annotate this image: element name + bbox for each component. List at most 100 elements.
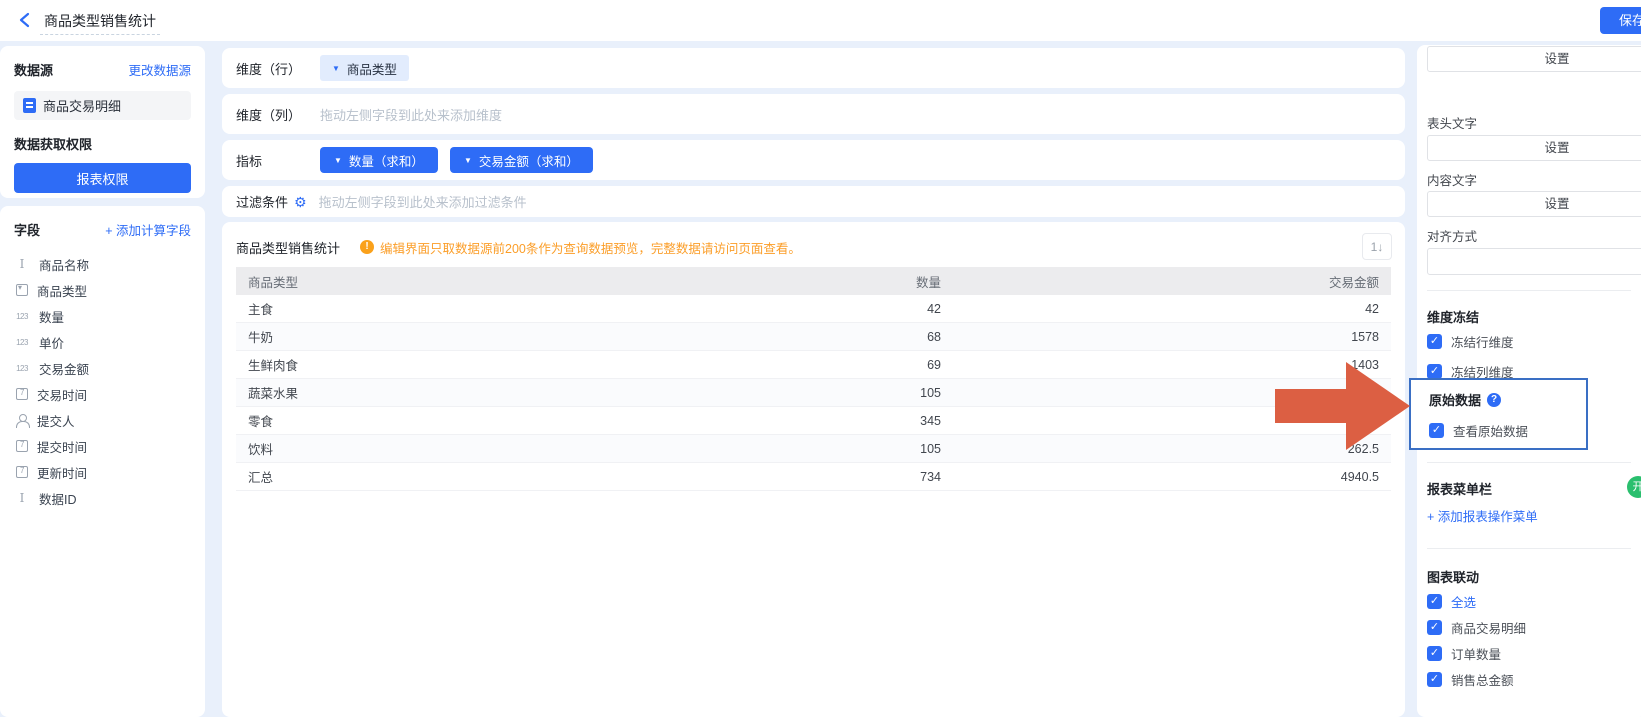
date-icon [16, 466, 28, 478]
filter-label: 过滤条件 [236, 192, 288, 211]
settings-panel: 设置 表头文字 设置 内容文字 设置 对齐方式 维度冻结 ✓ 冻结行维度 ✓ 冻… [1417, 45, 1641, 717]
column-header: 商品类型 [236, 272, 676, 291]
report-permission-button[interactable]: 报表权限 [14, 163, 191, 193]
text-icon [14, 492, 30, 505]
add-calc-field-link[interactable]: + 添加计算字段 [105, 220, 191, 239]
filter-placeholder: 拖动左侧字段到此处来添加过滤条件 [319, 192, 527, 211]
field-item[interactable]: 商品名称 [14, 251, 191, 277]
field-item[interactable]: 更新时间 [14, 459, 191, 485]
date-icon [16, 388, 28, 400]
select-icon [16, 284, 28, 296]
field-item[interactable]: 交易金额 [14, 355, 191, 381]
style-setting-button[interactable]: 设置 [1427, 46, 1641, 72]
divider [1427, 290, 1631, 291]
field-item[interactable]: 交易时间 [14, 381, 191, 407]
page-title[interactable]: 商品类型销售统计 [40, 11, 160, 35]
person-icon [16, 414, 28, 426]
metric-zone: 指标 ▼ 数量（求和） ▼ 交易金额（求和） [222, 140, 1405, 180]
checkbox-checked-icon[interactable]: ✓ [1427, 364, 1442, 379]
datasource-panel: 数据源 更改数据源 商品交易明细 数据获取权限 报表权限 [0, 46, 205, 198]
checkbox-checked-icon[interactable]: ✓ [1427, 594, 1442, 609]
table-title: 商品类型销售统计 [236, 238, 340, 257]
col-dimension-zone[interactable]: 维度（列） 拖动左侧字段到此处来添加维度 [222, 94, 1405, 134]
save-button[interactable]: 保存 [1600, 7, 1641, 34]
field-list: 商品名称 商品类型 数量 单价 交易金额 [14, 251, 191, 511]
raw-data-title: 原始数据 [1429, 390, 1481, 409]
table-row: 牛奶 68 1578 [236, 323, 1391, 351]
checkbox-checked-icon[interactable]: ✓ [1429, 423, 1444, 438]
row-dimension-tag[interactable]: ▼ 商品类型 [320, 55, 409, 81]
number-icon [14, 337, 30, 348]
toggle-on-switch[interactable]: 开 [1627, 476, 1641, 498]
table-header-row: 商品类型 数量 交易金额 [236, 267, 1391, 295]
pivot-table: 商品类型 数量 交易金额 主食 42 42 牛奶 68 1578 生鲜肉食 [236, 267, 1391, 491]
back-icon[interactable] [16, 11, 34, 29]
align-label: 对齐方式 [1427, 226, 1477, 245]
filter-zone[interactable]: 过滤条件 ⚙ 拖动左侧字段到此处来添加过滤条件 [222, 186, 1405, 217]
datasource-item[interactable]: 商品交易明细 [14, 91, 191, 120]
metric-label: 指标 [236, 151, 308, 170]
metric-tag-quantity[interactable]: ▼ 数量（求和） [320, 147, 438, 173]
linkage-checkbox-row[interactable]: ✓ 销售总金额 [1427, 671, 1526, 687]
linkage-checkbox-row[interactable]: ✓ 商品交易明细 [1427, 619, 1526, 635]
chevron-down-icon: ▼ [464, 156, 472, 165]
datasource-name: 商品交易明细 [43, 96, 121, 115]
col-dimension-label: 维度（列） [236, 105, 308, 124]
col-dimension-placeholder: 拖动左侧字段到此处来添加维度 [320, 105, 502, 124]
field-item[interactable]: 商品类型 [14, 277, 191, 303]
table-row: 生鲜肉食 69 1403 [236, 351, 1391, 379]
table-body: 主食 42 42 牛奶 68 1578 生鲜肉食 69 1403 蔬菜 [236, 295, 1391, 491]
chevron-down-icon: ▼ [334, 156, 342, 165]
table-row: 蔬菜水果 105 735 [236, 379, 1391, 407]
table-row: 汇总 734 4940.5 [236, 463, 1391, 491]
fields-panel: 字段 + 添加计算字段 商品名称 商品类型 数量 单价 [0, 206, 205, 717]
metric-tag-amount[interactable]: ▼ 交易金额（求和） [450, 147, 593, 173]
fields-label: 字段 [14, 220, 40, 239]
topbar: 商品类型销售统计 保存 [0, 0, 1641, 41]
chart-linkage-title: 图表联动 [1427, 567, 1479, 586]
number-icon [14, 311, 30, 322]
freeze-checkbox-row[interactable]: ✓ 冻结行维度 [1427, 333, 1514, 349]
datasource-label: 数据源 [14, 60, 53, 79]
checkbox-checked-icon[interactable]: ✓ [1427, 646, 1442, 661]
help-icon[interactable]: ? [1487, 393, 1501, 407]
linkage-checkbox-row[interactable]: ✓ 订单数量 [1427, 645, 1526, 661]
sort-order-icon[interactable]: 1↓ [1362, 233, 1392, 260]
chevron-down-icon: ▼ [332, 64, 340, 73]
gear-icon[interactable]: ⚙ [294, 195, 307, 209]
checkbox-checked-icon[interactable]: ✓ [1427, 620, 1442, 635]
change-datasource-link[interactable]: 更改数据源 [128, 60, 191, 79]
chart-linkage-options: ✓ 全选 ✓ 商品交易明细 ✓ 订单数量 ✓ 销售总金额 [1427, 593, 1526, 697]
field-item[interactable]: 数据ID [14, 485, 191, 511]
date-icon [16, 440, 28, 452]
table-row: 饮料 105 262.5 [236, 435, 1391, 463]
row-dimension-label: 维度（行） [236, 59, 308, 78]
warning-icon: ! [360, 240, 374, 254]
field-item[interactable]: 单价 [14, 329, 191, 355]
permission-label: 数据获取权限 [14, 134, 191, 153]
align-select[interactable] [1427, 248, 1641, 275]
view-raw-data-label: 查看原始数据 [1453, 421, 1528, 440]
field-item[interactable]: 提交时间 [14, 433, 191, 459]
freeze-options: ✓ 冻结行维度 ✓ 冻结列维度 [1427, 333, 1514, 379]
header-text-setting-button[interactable]: 设置 [1427, 135, 1641, 161]
document-icon [23, 98, 36, 113]
linkage-checkbox-row[interactable]: ✓ 全选 [1427, 593, 1526, 609]
field-item[interactable]: 数量 [14, 303, 191, 329]
freeze-checkbox-row[interactable]: ✓ 冻结列维度 [1427, 363, 1514, 379]
raw-data-highlight-box: 原始数据 ? ✓ 查看原始数据 [1409, 378, 1588, 450]
add-report-menu-link[interactable]: + 添加报表操作菜单 [1427, 506, 1538, 525]
field-item[interactable]: 提交人 [14, 407, 191, 433]
column-header: 交易金额 [953, 272, 1391, 291]
text-icon [14, 258, 30, 271]
table-row: 零食 345 [236, 407, 1391, 435]
table-row: 主食 42 42 [236, 295, 1391, 323]
checkbox-checked-icon[interactable]: ✓ [1427, 334, 1442, 349]
divider [1427, 548, 1631, 549]
report-menu-title: 报表菜单栏 [1427, 479, 1492, 498]
row-dimension-zone: 维度（行） ▼ 商品类型 [222, 48, 1405, 88]
view-raw-data-checkbox-row[interactable]: ✓ 查看原始数据 [1429, 422, 1586, 438]
checkbox-checked-icon[interactable]: ✓ [1427, 672, 1442, 687]
content-text-setting-button[interactable]: 设置 [1427, 191, 1641, 217]
header-text-label: 表头文字 [1427, 113, 1477, 132]
